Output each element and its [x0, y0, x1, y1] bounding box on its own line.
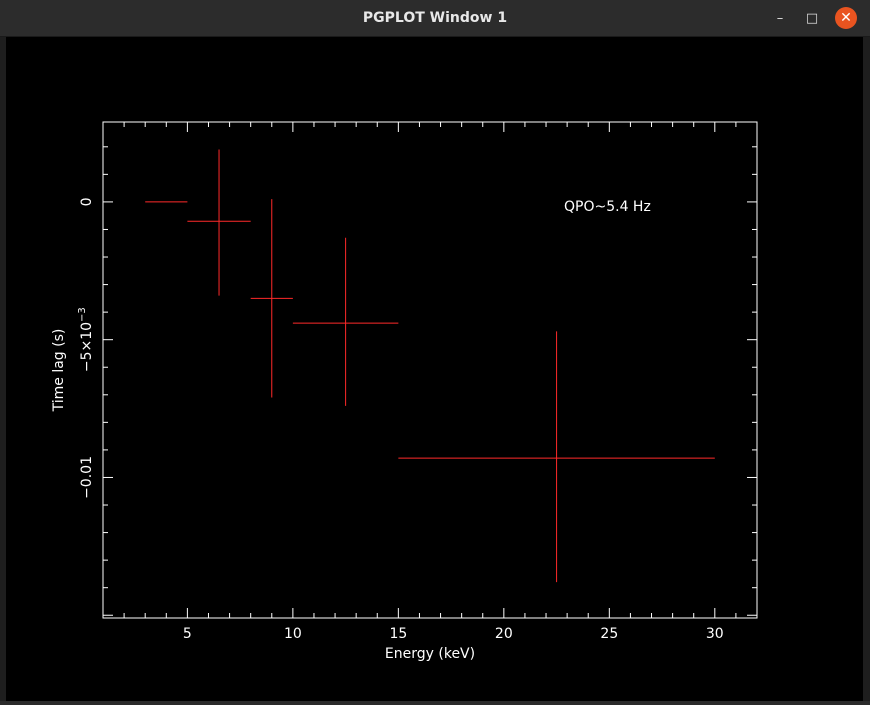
y-tick-labels: 0 −5×10−3 −0.01	[77, 197, 95, 498]
minimize-icon[interactable]: –	[769, 7, 791, 29]
data-point	[187, 149, 251, 296]
x-tick-label: 5	[183, 626, 192, 642]
data-point	[292, 237, 399, 406]
plot-canvas: 5 10 15 20 25 30 0 −5×10−3 −0.01 Energy (keV) T…	[6, 37, 863, 701]
pgplot-window: PGPLOT Window 1 – □ ✕ 5 10 15 20 25 30 0 −5×10…	[0, 0, 870, 701]
y-tick-label: −0.01	[79, 456, 95, 499]
lag-energy-chart: 5 10 15 20 25 30 0 −5×10−3 −0.01 Energy (keV) T…	[51, 121, 758, 662]
window-title: PGPLOT Window 1	[362, 10, 508, 26]
x-axis-label: Energy (keV)	[385, 646, 475, 662]
close-icon[interactable]: ✕	[835, 7, 857, 29]
x-tick-label: 20	[495, 626, 513, 642]
x-tick-label: 10	[284, 626, 302, 642]
x-tick-labels: 5 10 15 20 25 30	[183, 626, 724, 642]
x-tick-label: 30	[706, 626, 724, 642]
qpo-annotation: QPO~5.4 Hz	[564, 199, 651, 215]
title-bar[interactable]: PGPLOT Window 1 – □ ✕	[0, 0, 870, 37]
data-point	[250, 199, 293, 398]
plot-frame	[102, 121, 758, 619]
y-tick-label: 0	[79, 197, 95, 206]
y-axis-label: Time lag (s)	[51, 329, 67, 413]
x-tick-label: 15	[389, 626, 407, 642]
y-tick-label: −5×10−3	[77, 307, 95, 372]
data-point	[398, 331, 715, 583]
maximize-icon[interactable]: □	[801, 7, 823, 29]
x-tick-label: 25	[600, 626, 618, 642]
tick-marks	[102, 122, 758, 618]
